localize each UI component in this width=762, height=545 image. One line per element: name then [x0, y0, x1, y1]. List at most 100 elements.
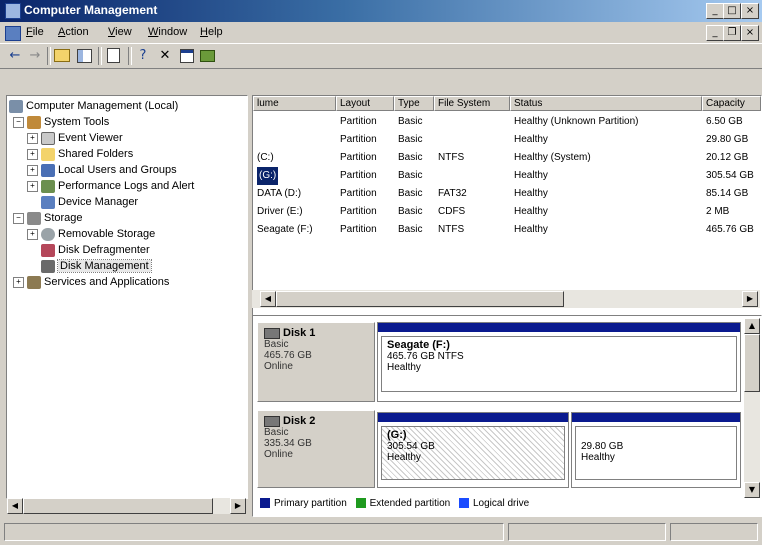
column-header-status[interactable]: Status — [510, 96, 702, 111]
menu-view[interactable]: View — [108, 26, 132, 38]
disk-2-name: Disk 2 — [283, 415, 316, 427]
tree-item-services-applications[interactable]: + Services and Applications — [13, 274, 169, 290]
cell-type: Basic — [398, 206, 423, 217]
collapse-icon[interactable]: − — [13, 116, 24, 128]
cell-status: Healthy (System) — [514, 152, 591, 163]
column-header-volume[interactable]: lume — [253, 96, 336, 111]
volume-list[interactable]: lume Layout Type File System Status Capa… — [252, 95, 762, 317]
scrollbar-thumb[interactable] — [276, 291, 564, 307]
services-icon — [27, 275, 41, 289]
scrollbar-thumb[interactable] — [23, 498, 213, 514]
tree-item-system-tools[interactable]: − System Tools — [13, 114, 109, 130]
toolbar: ← → ? ✕ — [0, 43, 762, 69]
cell-layout: Partition — [340, 170, 377, 181]
title-bar[interactable]: Computer Management _ □ × — [0, 0, 762, 22]
properties-sheet-icon[interactable] — [178, 47, 196, 65]
disk-2-info[interactable]: Disk 2 Basic 335.34 GB Online — [257, 410, 375, 488]
scroll-right-icon[interactable]: ▶ — [230, 498, 246, 514]
expand-icon[interactable]: + — [13, 276, 24, 288]
column-header-type[interactable]: Type — [394, 96, 434, 111]
tree-item-device-manager[interactable]: Device Manager — [41, 194, 138, 210]
maximize-button[interactable]: □ — [723, 3, 741, 19]
expand-icon[interactable]: + — [27, 164, 38, 176]
cell-capacity: 20.12 GB — [706, 152, 749, 163]
tree-item-performance-logs[interactable]: + Performance Logs and Alert — [27, 178, 194, 194]
tree-item-shared-folders[interactable]: + Shared Folders — [27, 146, 133, 162]
minimize-button[interactable]: _ — [706, 3, 724, 19]
cell-type: Basic — [398, 116, 423, 127]
menu-window[interactable]: Window — [148, 26, 187, 38]
scrollbar-thumb[interactable] — [744, 334, 760, 392]
table-row[interactable]: Driver (E:) Partition Basic CDFS Healthy… — [253, 203, 761, 221]
tree-item-disk-defragmenter[interactable]: Disk Defragmenter — [41, 242, 150, 258]
toolbox-icon — [27, 115, 41, 129]
menu-file[interactable]: File — [26, 26, 44, 38]
column-header-capacity[interactable]: Capacity — [702, 96, 761, 111]
scroll-right-icon[interactable]: ▶ — [742, 291, 758, 307]
column-header-file-system[interactable]: File System — [434, 96, 510, 111]
expand-icon[interactable]: + — [27, 132, 38, 144]
volume-unlabeled[interactable]: 29.80 GB Healthy — [571, 412, 741, 488]
tree-item-local-users[interactable]: + Local Users and Groups — [27, 162, 177, 178]
table-row[interactable]: DATA (D:) Partition Basic FAT32 Healthy … — [253, 185, 761, 203]
table-row[interactable]: Seagate (F:) Partition Basic NTFS Health… — [253, 221, 761, 239]
scroll-down-icon[interactable]: ▼ — [744, 482, 760, 498]
logical-drive-swatch — [459, 498, 469, 509]
cell-layout: Partition — [340, 206, 377, 217]
scroll-up-icon[interactable]: ▲ — [744, 318, 760, 334]
cell-layout: Partition — [340, 134, 377, 145]
table-row[interactable]: (G:) Partition Basic Healthy 305.54 GB — [253, 167, 761, 185]
column-header-layout[interactable]: Layout — [336, 96, 394, 111]
expand-icon[interactable]: + — [27, 180, 38, 192]
device-manager-icon — [41, 195, 55, 209]
removable-storage-icon — [41, 227, 55, 241]
scroll-left-icon[interactable]: ◀ — [7, 498, 23, 514]
console-tree[interactable]: Computer Management (Local) − System Tool… — [6, 95, 248, 499]
expand-icon[interactable]: + — [27, 228, 38, 240]
child-restore-button[interactable]: ❐ — [723, 25, 741, 41]
properties-icon[interactable] — [104, 47, 122, 65]
expand-icon[interactable]: + — [27, 148, 38, 160]
toolbar-separator — [98, 47, 102, 65]
table-row[interactable]: Partition Basic Healthy 29.80 GB — [253, 131, 761, 149]
volume-g[interactable]: (G:) 305.54 GB Healthy — [377, 412, 569, 488]
disk-icon[interactable] — [198, 47, 216, 65]
collapse-icon[interactable]: − — [13, 212, 24, 224]
forward-arrow-icon[interactable]: → — [26, 47, 44, 65]
help-icon[interactable]: ? — [134, 47, 152, 65]
menu-action[interactable]: Action — [58, 26, 89, 38]
table-row[interactable]: Partition Basic Healthy (Unknown Partiti… — [253, 113, 761, 131]
cell-capacity: 305.54 GB — [706, 170, 754, 181]
volume-status: Healthy — [387, 362, 421, 373]
status-cell-3 — [670, 523, 758, 541]
disk-view-vertical-scrollbar[interactable]: ▲ ▼ — [744, 318, 760, 498]
tree-item-event-viewer[interactable]: + Event Viewer — [27, 130, 123, 146]
volume-list-horizontal-scrollbar[interactable]: ◀ ▶ — [252, 290, 760, 308]
tree-item-disk-management[interactable]: Disk Management — [41, 258, 152, 274]
child-minimize-button[interactable]: _ — [706, 25, 724, 41]
volume-size: 305.54 GB — [387, 441, 435, 452]
disk-1-size: 465.76 GB — [264, 350, 312, 361]
menu-help[interactable]: Help — [200, 26, 223, 38]
primary-partition-swatch — [260, 498, 270, 509]
mmc-document-icon[interactable] — [5, 26, 21, 41]
window-title: Computer Management — [24, 3, 158, 17]
disk-graphical-view[interactable]: Disk 1 Basic 465.76 GB Online Seagate (F… — [252, 315, 762, 517]
scroll-left-icon[interactable]: ◀ — [260, 291, 276, 307]
delete-icon[interactable]: ✕ — [156, 47, 174, 65]
back-arrow-icon[interactable]: ← — [6, 47, 24, 65]
tree-horizontal-scrollbar[interactable]: ◀ ▶ — [7, 498, 246, 514]
partition-legend: Primary partition Extended partition Log… — [254, 498, 744, 514]
tree-item-removable-storage[interactable]: + Removable Storage — [27, 226, 155, 242]
cell-volume: Seagate (F:) — [257, 224, 313, 235]
close-button[interactable]: × — [741, 3, 759, 19]
child-close-button[interactable]: × — [741, 25, 759, 41]
disk-1-info[interactable]: Disk 1 Basic 465.76 GB Online — [257, 322, 375, 402]
computer-management-icon — [5, 3, 21, 19]
table-row[interactable]: (C:) Partition Basic NTFS Healthy (Syste… — [253, 149, 761, 167]
tree-item-storage[interactable]: − Storage — [13, 210, 83, 226]
volume-seagate-f[interactable]: Seagate (F:) 465.76 GB NTFS Healthy — [377, 322, 741, 402]
tree-item-root[interactable]: Computer Management (Local) — [9, 98, 178, 114]
up-folder-icon[interactable] — [53, 47, 71, 65]
show-hide-tree-icon[interactable] — [75, 47, 93, 65]
